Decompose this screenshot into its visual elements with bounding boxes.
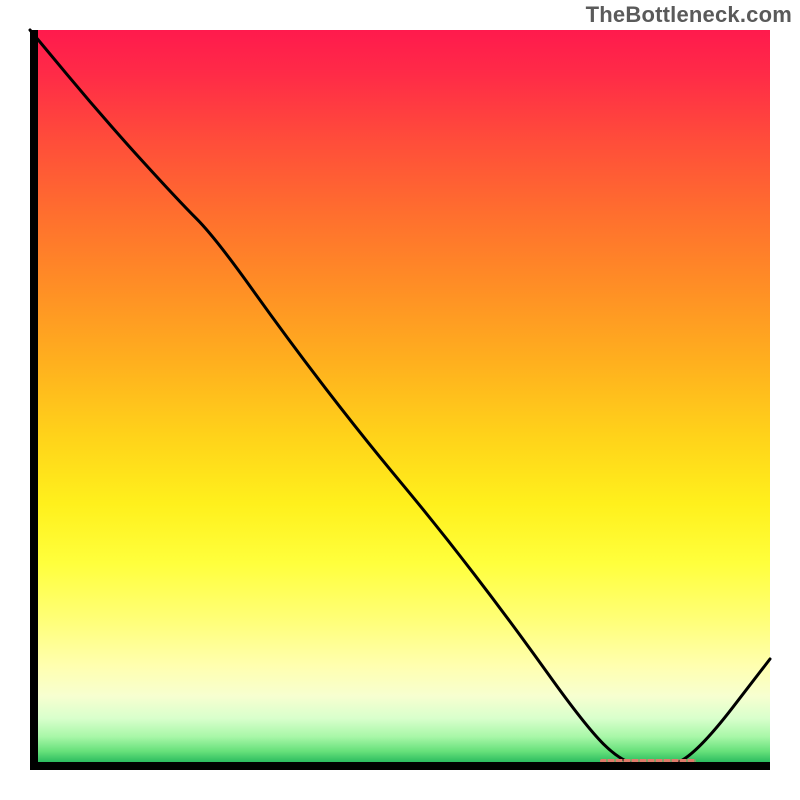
curve-svg [30,30,770,770]
optimal-range-marker [600,759,696,763]
bottleneck-curve-path [30,30,770,768]
bottleneck-chart: TheBottleneck.com [0,0,800,800]
watermark-text: TheBottleneck.com [586,2,792,28]
plot-area [30,30,770,770]
